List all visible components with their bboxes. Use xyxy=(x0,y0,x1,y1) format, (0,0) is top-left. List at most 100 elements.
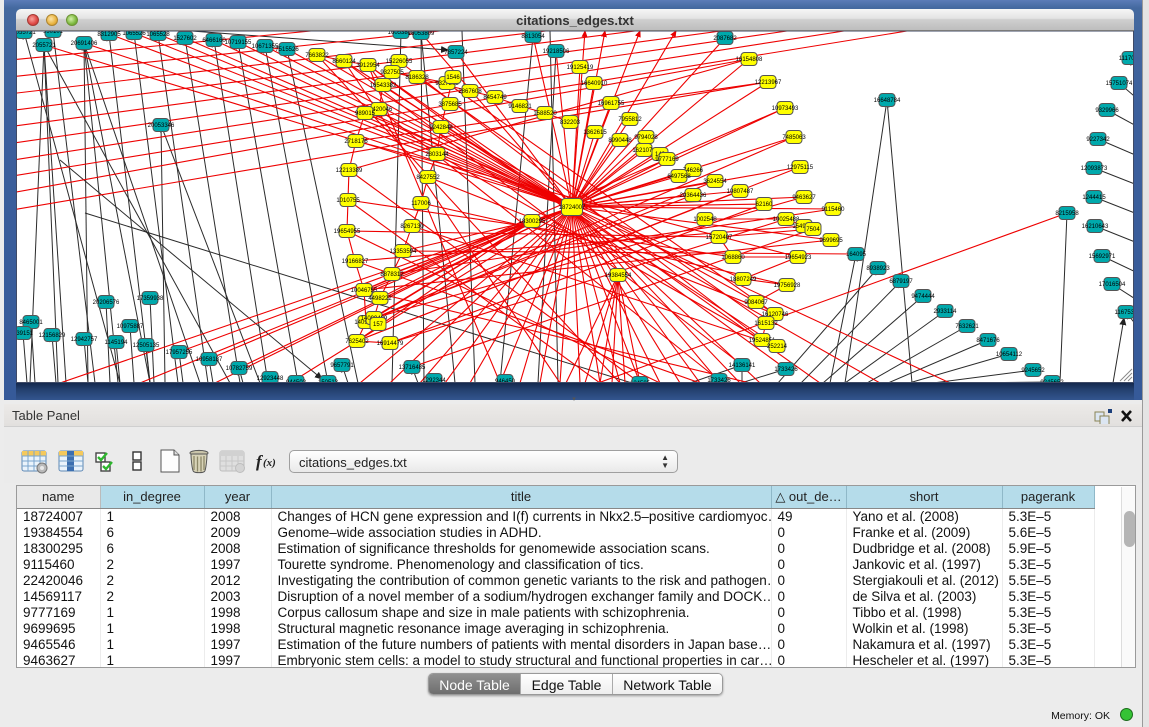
svg-text:8813054: 8813054 xyxy=(521,34,545,40)
svg-text:9794028: 9794028 xyxy=(634,135,658,141)
svg-text:9699695: 9699695 xyxy=(819,238,843,244)
svg-text:20053346: 20053346 xyxy=(148,123,175,129)
svg-text:8454749: 8454749 xyxy=(483,95,507,101)
svg-text:252214: 252214 xyxy=(767,344,788,350)
svg-text:1010755: 1010755 xyxy=(336,198,360,204)
svg-text:989015: 989015 xyxy=(355,111,376,117)
svg-text:2867608: 2867608 xyxy=(458,89,482,95)
svg-text:9329966: 9329966 xyxy=(1095,108,1119,114)
svg-text:1615132: 1615132 xyxy=(754,321,778,327)
svg-text:19654923: 19654923 xyxy=(785,255,812,261)
svg-text:9777169: 9777169 xyxy=(655,157,679,163)
svg-text:2055721: 2055721 xyxy=(16,31,36,36)
svg-text:16154808: 16154808 xyxy=(736,57,763,63)
svg-text:62160: 62160 xyxy=(756,202,773,208)
svg-text:18300295: 18300295 xyxy=(519,219,546,225)
svg-text:8878312: 8878312 xyxy=(380,272,404,278)
svg-text:7663822: 7663822 xyxy=(305,53,329,59)
svg-text:8267130: 8267130 xyxy=(400,224,424,230)
svg-text:2055721: 2055721 xyxy=(32,43,56,49)
svg-text:1733426: 1733426 xyxy=(774,367,798,373)
svg-text:10654112: 10654112 xyxy=(996,352,1023,358)
svg-text:8312905: 8312905 xyxy=(97,32,121,38)
svg-text:1588520: 1588520 xyxy=(533,111,557,117)
svg-text:8215958: 8215958 xyxy=(1055,211,1079,217)
svg-text:16543382: 16543382 xyxy=(370,83,397,89)
svg-text:1068860: 1068860 xyxy=(721,255,745,261)
svg-text:16648784: 16648784 xyxy=(874,98,901,104)
svg-text:3624554: 3624554 xyxy=(703,179,727,185)
svg-text:9463627: 9463627 xyxy=(792,195,816,201)
svg-text:4498222: 4498222 xyxy=(368,296,392,302)
svg-text:19125419: 19125419 xyxy=(567,65,594,71)
svg-text:1065526: 1065526 xyxy=(122,31,146,37)
svg-text:157: 157 xyxy=(373,322,384,328)
svg-text:2803144: 2803144 xyxy=(425,152,449,158)
svg-text:20364436: 20364436 xyxy=(680,193,707,199)
svg-text:12942757: 12942757 xyxy=(71,337,98,343)
svg-text:9227342: 9227342 xyxy=(1086,137,1110,143)
svg-text:939151: 939151 xyxy=(16,331,34,337)
svg-text:10719155: 10719155 xyxy=(225,40,252,46)
svg-text:7485063: 7485063 xyxy=(782,135,806,141)
svg-text:3875685: 3875685 xyxy=(438,102,462,108)
svg-text:12213389: 12213389 xyxy=(336,168,363,174)
svg-text:19218506: 19218506 xyxy=(543,49,570,55)
svg-text:9084067: 9084067 xyxy=(744,300,768,306)
svg-text:1546: 1546 xyxy=(446,75,460,81)
svg-text:1145194: 1145194 xyxy=(105,340,129,346)
svg-text:10975887: 10975887 xyxy=(117,324,144,330)
svg-text:7515526: 7515526 xyxy=(275,47,299,53)
svg-text:12213967: 12213967 xyxy=(755,80,782,86)
svg-text:1117041: 1117041 xyxy=(1119,56,1134,62)
svg-text:19654955: 19654955 xyxy=(334,229,361,235)
svg-text:20206576: 20206576 xyxy=(93,300,120,306)
svg-text:1527602: 1527602 xyxy=(173,36,197,42)
svg-text:17016504: 17016504 xyxy=(1099,282,1126,288)
svg-text:9327505: 9327505 xyxy=(380,70,404,76)
svg-text:9146821: 9146821 xyxy=(508,104,532,110)
svg-text:9245652: 9245652 xyxy=(1021,368,1045,374)
svg-text:8427552: 8427552 xyxy=(416,175,440,181)
svg-text:6879197: 6879197 xyxy=(889,279,913,285)
svg-text:8186328: 8186328 xyxy=(405,75,429,81)
svg-text:3912954: 3912954 xyxy=(356,63,380,69)
svg-text:117006: 117006 xyxy=(411,201,431,207)
svg-text:10782759: 10782759 xyxy=(226,366,253,372)
svg-text:13716485: 13716485 xyxy=(399,365,426,371)
svg-text:19166827: 19166827 xyxy=(342,259,369,265)
svg-text:6466160: 6466160 xyxy=(202,38,226,44)
svg-text:9242848: 9242848 xyxy=(429,125,453,131)
svg-text:14136141: 14136141 xyxy=(729,363,756,369)
svg-text:7504: 7504 xyxy=(806,227,820,233)
svg-text:15692971: 15692971 xyxy=(1089,254,1116,260)
svg-text:19384554: 19384554 xyxy=(605,273,632,279)
svg-text:1065528: 1065528 xyxy=(146,32,170,38)
svg-text:8938923: 8938923 xyxy=(866,266,890,272)
svg-text:16053809: 16053809 xyxy=(408,31,435,37)
svg-text:7857224: 7857224 xyxy=(444,50,468,56)
svg-text:18807249: 18807249 xyxy=(730,277,757,283)
svg-text:2718176: 2718176 xyxy=(344,139,368,145)
svg-text:9474444: 9474444 xyxy=(911,294,935,300)
svg-text:2933114: 2933114 xyxy=(934,309,958,315)
svg-text:990101: 990101 xyxy=(43,31,64,35)
svg-text:1167531: 1167531 xyxy=(1115,310,1134,316)
svg-text:1244415: 1244415 xyxy=(1082,195,1106,201)
svg-text:16210643: 16210643 xyxy=(1082,224,1109,230)
svg-text:10973493: 10973493 xyxy=(772,106,799,112)
svg-text:7632621: 7632621 xyxy=(955,324,979,330)
svg-text:832203: 832203 xyxy=(560,120,581,126)
svg-text:2087682: 2087682 xyxy=(713,36,737,42)
svg-text:20691406: 20691406 xyxy=(71,41,98,47)
svg-text:10807487: 10807487 xyxy=(727,189,754,195)
svg-text:12923448: 12923448 xyxy=(257,376,284,382)
svg-text:15226055: 15226055 xyxy=(386,59,413,65)
svg-text:(x): (x) xyxy=(263,457,276,469)
svg-text:8990448: 8990448 xyxy=(608,138,632,144)
svg-text:17359938: 17359938 xyxy=(137,296,164,302)
svg-text:7955812: 7955812 xyxy=(618,117,642,123)
svg-text:16961755: 16961755 xyxy=(598,101,625,107)
svg-text:12093873: 12093873 xyxy=(1081,166,1108,172)
svg-text:17957255: 17957255 xyxy=(166,350,193,356)
